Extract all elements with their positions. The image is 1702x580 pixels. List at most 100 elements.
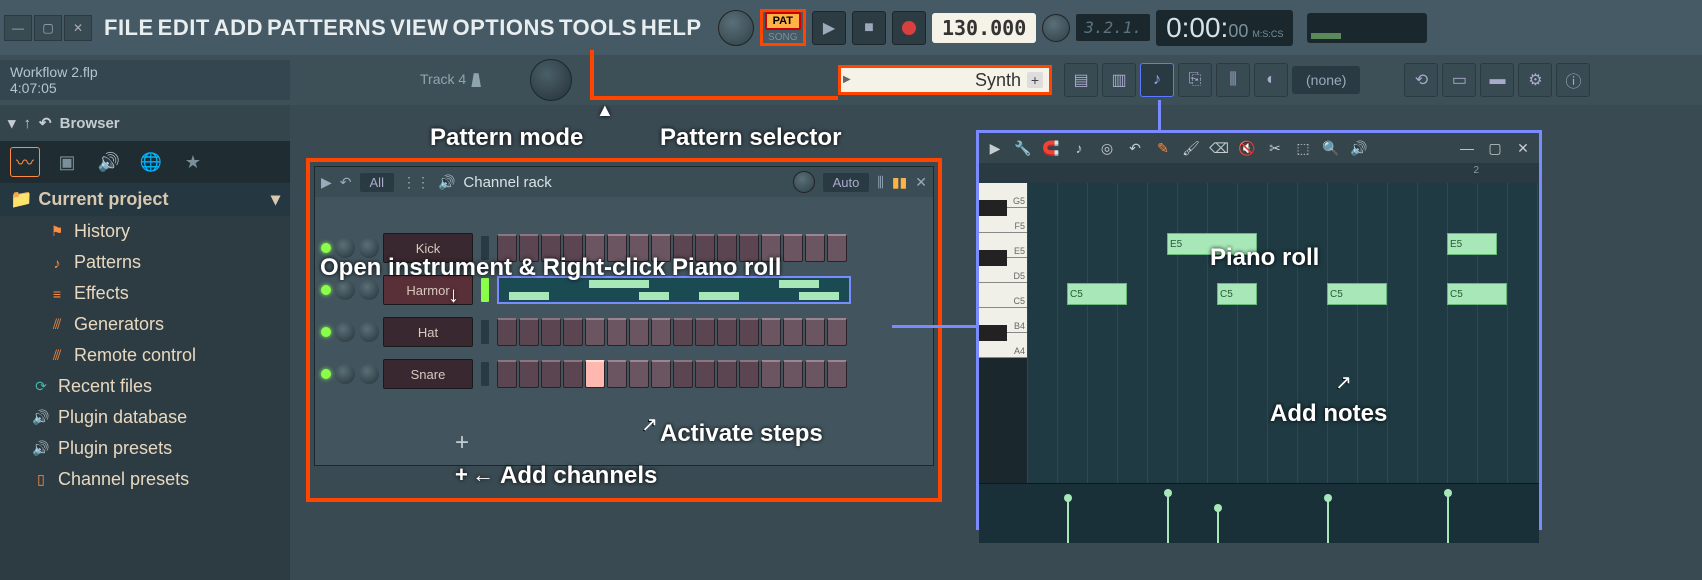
midi-routing-select[interactable]: (none) (1292, 66, 1360, 94)
channel-pan-knob[interactable] (335, 322, 355, 342)
pr-erase-icon[interactable]: ⌫ (1209, 140, 1229, 157)
note[interactable]: C5 (1067, 283, 1127, 305)
piano-keys[interactable]: G5 F5 E5 D5 C5 B4 A4 (979, 183, 1027, 483)
pr-play-icon[interactable]: 🔊 (1349, 140, 1369, 157)
channel-pan-knob[interactable] (335, 280, 355, 300)
channel-mute-led[interactable] (321, 243, 331, 253)
note[interactable]: C5 (1217, 283, 1257, 305)
pattern-selector[interactable]: ▶ Synth + (838, 65, 1052, 95)
menu-tools[interactable]: TOOLS (559, 15, 637, 41)
up-arrow-icon[interactable]: ↑ (24, 115, 32, 132)
step-icon[interactable]: ▮▮ (892, 174, 907, 191)
pr-max-icon[interactable]: ▢ (1485, 140, 1505, 157)
channel-pan-knob[interactable] (335, 364, 355, 384)
playlist-button[interactable]: ▤ (1064, 63, 1098, 97)
piano-roll-button[interactable]: ♪ (1140, 63, 1174, 97)
mini-piano-strip[interactable] (497, 276, 851, 304)
pattern-add-button[interactable]: + (1027, 72, 1043, 88)
channel-button-kick[interactable]: Kick (383, 233, 473, 263)
position-lcd[interactable]: 3.2.1. (1076, 14, 1150, 41)
menu-help[interactable]: HELP (641, 15, 702, 41)
step-sequencer-row[interactable] (497, 318, 847, 346)
browser-button[interactable]: ⎘ (1178, 63, 1212, 97)
menu-options[interactable]: OPTIONS (453, 15, 556, 41)
note[interactable]: E5 (1447, 233, 1497, 255)
grip-icon[interactable]: ⋮⋮ (402, 174, 430, 191)
step-sequencer-row[interactable] (497, 276, 851, 304)
auto-button[interactable]: Auto (823, 173, 870, 192)
add-channel-button[interactable]: + (455, 429, 469, 457)
record-button[interactable] (892, 11, 926, 45)
active-step[interactable] (585, 360, 605, 388)
menu-file[interactable]: FILE (104, 15, 154, 41)
pr-slice-icon[interactable]: ✂ (1265, 140, 1285, 157)
browser-item-channelpresets[interactable]: ▯Channel presets (0, 464, 290, 495)
channel-volume-knob[interactable] (530, 59, 572, 101)
back-arrow-icon[interactable]: ↶ (39, 114, 52, 132)
swing-knob[interactable] (793, 171, 815, 193)
pr-mute-icon[interactable]: 🔇 (1237, 140, 1257, 157)
pr-close-icon[interactable]: ✕ (1513, 140, 1533, 157)
step-sequencer-row[interactable] (497, 234, 847, 262)
velocity-lane[interactable] (979, 483, 1539, 543)
browser-wave-icon[interactable]: 〰 (10, 147, 40, 177)
pitch-knob[interactable] (1042, 14, 1070, 42)
pr-zoom-icon[interactable]: 🔍 (1321, 140, 1341, 157)
browser-star-icon[interactable]: ★ (178, 147, 208, 177)
browser-item-history[interactable]: ⚑History (0, 216, 290, 247)
undo-history-button[interactable]: ⟲ (1404, 63, 1438, 97)
pr-snap-icon[interactable]: 🧲 (1041, 140, 1061, 157)
browser-section-current[interactable]: 📁 Current project ▾ (0, 183, 290, 216)
close-icon[interactable]: ✕ (915, 174, 927, 191)
piano-roll-grid[interactable]: E5 E5 C5 C5 C5 C5 (1027, 183, 1539, 483)
browser-audio-icon[interactable]: 🔊 (94, 147, 124, 177)
channel-button-harmor[interactable]: Harmor (383, 275, 473, 305)
main-volume-knob[interactable] (718, 10, 754, 46)
note[interactable]: C5 (1327, 283, 1387, 305)
pr-note-icon[interactable]: ♪ (1069, 140, 1089, 156)
channel-select-led[interactable] (481, 278, 489, 302)
tempo-tap-button[interactable]: ◐ (1254, 63, 1288, 97)
pr-undo-icon[interactable]: ↶ (1125, 140, 1145, 157)
browser-item-plugindb[interactable]: 🔊Plugin database (0, 402, 290, 433)
channel-rack-button[interactable]: ▥ (1102, 63, 1136, 97)
channel-mute-led[interactable] (321, 369, 331, 379)
render-button[interactable]: ▬ (1480, 63, 1514, 97)
play-button[interactable]: ▶ (812, 11, 846, 45)
pr-select-icon[interactable]: ⬚ (1293, 140, 1313, 157)
browser-item-remote[interactable]: ⫻Remote control (0, 340, 290, 371)
menu-patterns[interactable]: PATTERNS (267, 15, 386, 41)
note[interactable]: C5 (1447, 283, 1507, 305)
graph-icon[interactable]: ⫼ (877, 174, 883, 191)
menu-add[interactable]: ADD (214, 15, 263, 41)
play-icon[interactable]: ▶ (321, 174, 332, 191)
menu-edit[interactable]: EDIT (158, 15, 210, 41)
channel-mute-led[interactable] (321, 327, 331, 337)
pr-menu-icon[interactable]: ▶ (985, 140, 1005, 157)
minimize-button[interactable]: — (4, 15, 32, 41)
browser-item-effects[interactable]: ≡Effects (0, 278, 290, 309)
channel-filter[interactable]: All (360, 173, 394, 192)
tempo-display[interactable]: 130.000 (932, 13, 1036, 43)
channel-vol-knob[interactable] (359, 280, 379, 300)
channel-select-led[interactable] (481, 362, 489, 386)
channel-button-snare[interactable]: Snare (383, 359, 473, 389)
pr-min-icon[interactable]: — (1457, 140, 1477, 156)
pr-tools-icon[interactable]: 🔧 (1013, 140, 1033, 157)
channel-vol-knob[interactable] (359, 322, 379, 342)
step-sequencer-row[interactable] (497, 360, 847, 388)
time-display[interactable]: 0:00:00 M:S:CS (1156, 10, 1293, 46)
chevron-down-icon[interactable]: ▾ (8, 114, 16, 132)
info-button[interactable]: ⓘ (1556, 63, 1590, 97)
close-button[interactable]: ✕ (64, 15, 92, 41)
browser-item-generators[interactable]: ⫻Generators (0, 309, 290, 340)
browser-item-pluginpresets[interactable]: 🔊Plugin presets (0, 433, 290, 464)
maximize-button[interactable]: ▢ (34, 15, 62, 41)
mode-switch[interactable]: PAT SONG (760, 9, 806, 46)
channel-button-hat[interactable]: Hat (383, 317, 473, 347)
pattern-prev-icon[interactable]: ▶ (843, 74, 851, 85)
channel-select-led[interactable] (481, 320, 489, 344)
channel-vol-knob[interactable] (359, 238, 379, 258)
piano-roll-ruler[interactable]: 2 (979, 163, 1539, 183)
channel-mute-led[interactable] (321, 285, 331, 295)
